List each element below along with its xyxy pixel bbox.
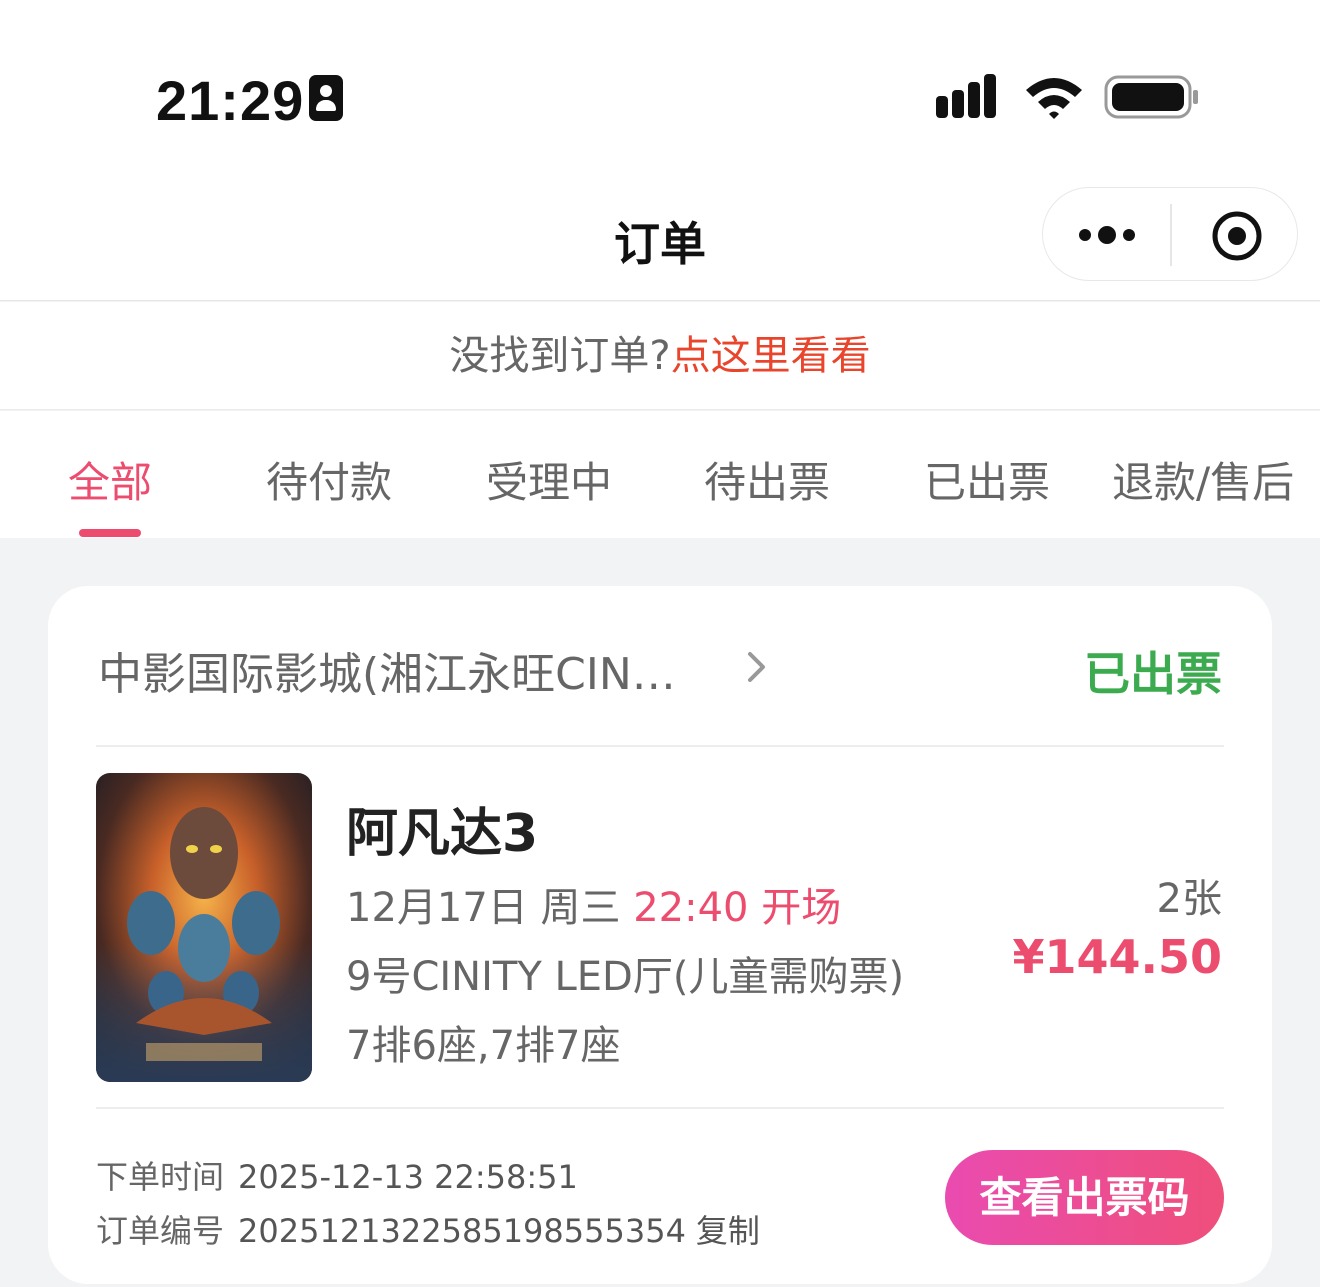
card-divider-top <box>96 745 1224 747</box>
order-price: ¥144.50 <box>1012 930 1222 984</box>
tab-pending-ticket[interactable]: 待出票 <box>704 449 830 510</box>
seat-info: 7排6座,7排7座 <box>346 1023 621 1069</box>
cellular-signal-icon <box>936 74 996 118</box>
order-time-label: 下单时间 <box>96 1158 225 1196</box>
hint-text: 没找到订单? <box>449 333 671 379</box>
tab-ticketed[interactable]: 已出票 <box>924 449 1050 510</box>
battery-icon <box>1104 75 1198 119</box>
more-icon[interactable] <box>1077 218 1137 252</box>
tab-refund[interactable]: 退款/售后 <box>1112 449 1294 510</box>
order-number-value: 2025121322585198555354 <box>238 1212 686 1250</box>
status-time: 21:29 <box>156 69 305 132</box>
ticket-count: 2张 <box>1156 876 1222 922</box>
order-time-value: 2025-12-13 22:58:51 <box>238 1158 578 1196</box>
cinema-name[interactable]: 中影国际影城(湘江永旺CIN… <box>98 638 676 702</box>
order-number-row: 订单编号 2025121322585198555354 复制 <box>96 1206 760 1252</box>
tab-all[interactable]: 全部 <box>68 449 152 510</box>
order-status-badge: 已出票 <box>1084 647 1222 701</box>
close-mini-program-icon[interactable] <box>1211 210 1263 262</box>
movie-poster <box>96 773 312 1082</box>
tab-processing[interactable]: 受理中 <box>486 449 612 510</box>
navigation-bar: 订单 <box>0 180 1320 301</box>
hall-name: 9号CINITY LED厅(儿童需购票) <box>346 954 905 1000</box>
show-start-time: 22:40 开场 <box>633 885 842 931</box>
chevron-right-icon <box>748 652 765 682</box>
missing-order-hint: 没找到订单?点这里看看 <box>0 302 1320 410</box>
order-status-tabs: 全部 待付款 受理中 待出票 已出票 退款/售后 <box>0 411 1320 538</box>
hint-link[interactable]: 点这里看看 <box>671 333 871 379</box>
order-time-row: 下单时间 2025-12-13 22:58:51 <box>96 1152 578 1198</box>
mini-program-capsule <box>1042 187 1298 281</box>
copy-order-number-button[interactable]: 复制 <box>696 1212 760 1250</box>
order-number-label: 订单编号 <box>96 1212 225 1250</box>
wifi-icon <box>1026 78 1082 119</box>
order-card[interactable]: 中影国际影城(湘江永旺CIN… 已出票 阿凡达3 12月17日 周三 22:40… <box>48 586 1272 1284</box>
status-bar: 21:29 <box>0 0 1320 180</box>
tab-pending-payment[interactable]: 待付款 <box>266 449 392 510</box>
card-divider-bottom <box>96 1107 1224 1109</box>
contact-card-icon <box>309 75 343 121</box>
show-date: 12月17日 周三 <box>346 885 621 931</box>
movie-title: 阿凡达3 <box>346 804 539 864</box>
active-tab-indicator <box>79 529 141 537</box>
view-ticket-code-button[interactable]: 查看出票码 <box>945 1150 1224 1245</box>
showtime: 12月17日 周三 22:40 开场 <box>346 875 841 933</box>
capsule-divider <box>1170 204 1172 266</box>
